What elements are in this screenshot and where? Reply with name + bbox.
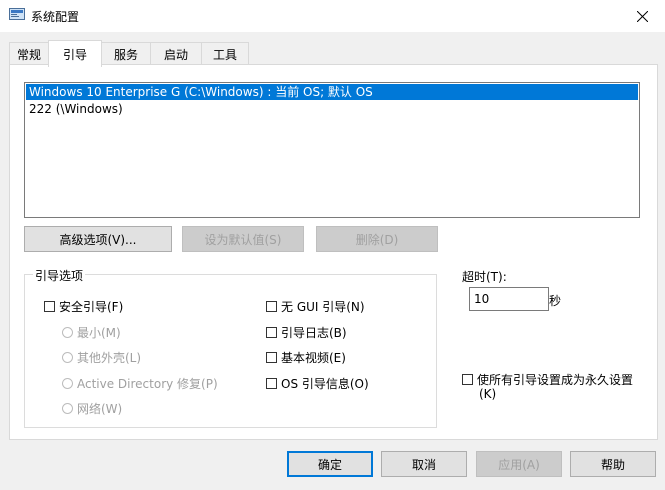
radio-circle: [62, 378, 73, 389]
radio-label: 最小(M): [77, 326, 121, 340]
checkbox-box: [266, 327, 277, 338]
checkbox-box: [266, 301, 277, 312]
set-default-button[interactable]: 设为默认值(S): [182, 226, 304, 252]
msconfig-app-icon: [9, 8, 25, 22]
button-label: 帮助: [600, 457, 625, 472]
checkbox-box: [462, 374, 473, 385]
checkbox-label: 引导日志(B): [281, 326, 347, 340]
delete-button[interactable]: 删除(D): [316, 226, 438, 252]
checkbox-box: [266, 352, 277, 363]
tab-label: 常规: [16, 47, 41, 62]
boot-log-checkbox[interactable]: 引导日志(B): [266, 324, 347, 341]
tab-startup[interactable]: 启动: [150, 42, 202, 65]
close-button[interactable]: [619, 0, 665, 32]
apply-button[interactable]: 应用(A): [476, 451, 562, 477]
tab-label: 服务: [113, 47, 138, 62]
button-label: 设为默认值(S): [204, 232, 282, 247]
os-list-item[interactable]: Windows 10 Enterprise G (C:\Windows) : 当…: [26, 84, 638, 100]
no-gui-boot-checkbox[interactable]: 无 GUI 引导(N): [266, 298, 365, 315]
os-list[interactable]: Windows 10 Enterprise G (C:\Windows) : 当…: [24, 82, 640, 218]
os-list-item[interactable]: 222 (\Windows): [26, 101, 123, 117]
tab-label: 工具: [212, 47, 237, 62]
radio-circle: [62, 352, 73, 363]
radio-label: 网络(W): [77, 402, 123, 416]
checkbox-box: [44, 301, 55, 312]
button-label: 删除(D): [355, 232, 399, 247]
network-radio[interactable]: 网络(W): [62, 400, 122, 417]
checkbox-label: OS 引导信息(O): [281, 377, 369, 391]
cancel-button[interactable]: 取消: [381, 451, 467, 477]
timeout-label: 超时(T):: [462, 270, 507, 284]
make-permanent-hotkey: (K): [479, 387, 497, 401]
tab-label: 引导: [62, 47, 87, 62]
ok-button[interactable]: 确定: [287, 451, 373, 477]
window-title: 系统配置: [31, 10, 80, 24]
tab-boot[interactable]: 引导: [48, 40, 102, 67]
ad-repair-radio[interactable]: Active Directory 修复(P): [62, 375, 218, 392]
button-label: 高级选项(V)...: [59, 232, 137, 247]
timeout-input[interactable]: 10: [469, 287, 549, 311]
button-label: 取消: [411, 457, 436, 472]
timeout-unit: 秒: [549, 294, 562, 308]
checkbox-label: 无 GUI 引导(N): [281, 300, 365, 314]
minimal-radio[interactable]: 最小(M): [62, 324, 121, 341]
radio-label: 其他外壳(L): [77, 351, 142, 365]
tab-services[interactable]: 服务: [101, 42, 151, 65]
safe-boot-checkbox[interactable]: 安全引导(F): [44, 298, 123, 315]
title-bar: 系统配置: [0, 0, 665, 32]
help-button[interactable]: 帮助: [570, 451, 656, 477]
boot-options-label: 引导选项: [33, 267, 86, 284]
close-icon: [636, 10, 648, 22]
advanced-options-button[interactable]: 高级选项(V)...: [24, 226, 172, 252]
checkbox-label: 安全引导(F): [59, 300, 124, 314]
checkbox-label: 基本视频(E): [281, 351, 346, 365]
radio-circle: [62, 327, 73, 338]
alternate-shell-radio[interactable]: 其他外壳(L): [62, 349, 141, 366]
make-permanent-checkbox[interactable]: 使所有引导设置成为永久设置: [462, 371, 633, 388]
base-video-checkbox[interactable]: 基本视频(E): [266, 349, 346, 366]
checkbox-box: [266, 378, 277, 389]
button-label: 应用(A): [498, 457, 540, 472]
tab-tools[interactable]: 工具: [201, 42, 249, 65]
radio-circle: [62, 403, 73, 414]
button-label: 确定: [317, 457, 342, 472]
radio-label: Active Directory 修复(P): [77, 377, 218, 391]
tab-general[interactable]: 常规: [9, 42, 49, 65]
tab-label: 启动: [163, 47, 188, 62]
os-boot-info-checkbox[interactable]: OS 引导信息(O): [266, 375, 369, 392]
checkbox-label: 使所有引导设置成为永久设置: [477, 373, 634, 387]
